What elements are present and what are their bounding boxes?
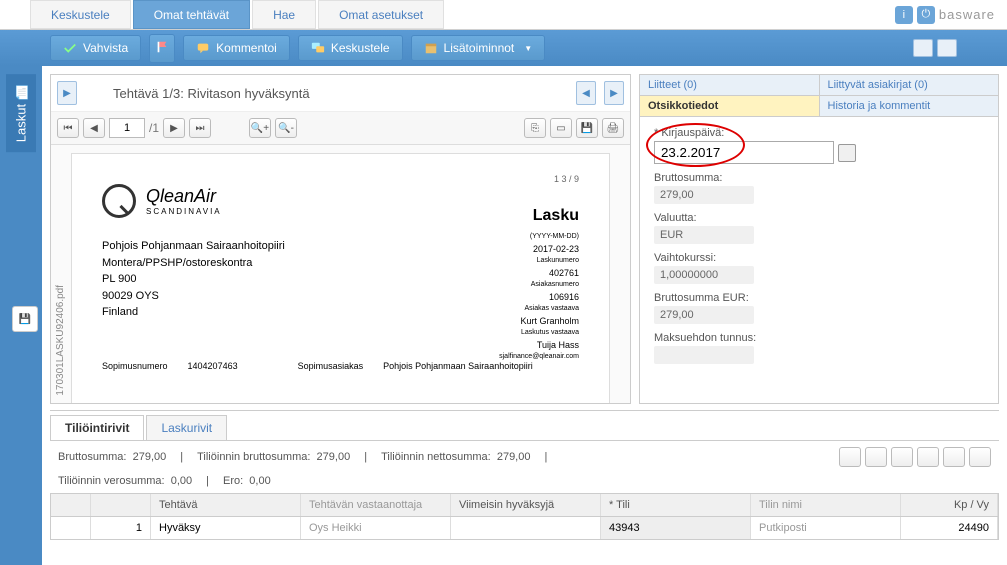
top-nav: Keskustele Omat tehtävät Hae Omat asetuk…	[0, 0, 1007, 30]
row-num: 1	[91, 517, 151, 539]
task-title: Tehtävä 1/3: Rivitason hyväksyntä	[113, 86, 310, 101]
layout-button-2[interactable]	[937, 39, 957, 57]
chevron-down-icon: ▼	[524, 44, 532, 53]
vahvista-button[interactable]: Vahvista	[50, 35, 141, 61]
tab-hae[interactable]: Hae	[252, 0, 316, 29]
save-button[interactable]: 💾	[576, 118, 598, 138]
expand-button[interactable]: ▶	[57, 81, 77, 105]
col-viimeisin[interactable]: Viimeisin hyväksyjä	[451, 494, 601, 516]
vaihtokurssi-value: 1,00000000	[654, 266, 754, 284]
copy-button[interactable]: ⎘	[524, 118, 546, 138]
pdf-pagenumber: 1 3 / 9	[102, 174, 579, 184]
q-circle-icon	[102, 184, 136, 218]
action-toolbar: Vahvista Kommentoi Keskustele Lisätoimin…	[0, 30, 1007, 66]
col-vastaanottaja[interactable]: Tehtävän vastaanottaja	[301, 494, 451, 516]
row-vastaanottaja: Oys Heikki	[301, 517, 451, 539]
check-icon	[63, 41, 77, 55]
keskustele-button[interactable]: Keskustele	[298, 35, 403, 61]
maksuehto-label: Maksuehdon tunnus:	[654, 332, 984, 344]
tab-tiliointirivit[interactable]: Tiliöintirivit	[50, 415, 144, 440]
invoice-meta: Lasku (YYYY-MM-DD) 2017-02-23 Laskunumer…	[499, 204, 579, 363]
box-icon	[424, 41, 438, 55]
doc-icon: 📄	[14, 84, 29, 100]
zoom-out-icon: 🔍-	[278, 123, 294, 134]
task-prev-button[interactable]: ◀	[576, 81, 596, 105]
kirjauspaiva-label: * Kirjauspäivä:	[654, 127, 984, 139]
bruttoeur-value: 279,00	[654, 306, 754, 324]
tab-liitteet[interactable]: Liitteet (0)	[640, 75, 820, 95]
row-tili[interactable]: 43943	[601, 517, 751, 539]
disk-icon: 💾	[19, 314, 31, 325]
col-tehtava[interactable]: Tehtävä	[151, 494, 301, 516]
logo-basware: basware	[939, 7, 995, 22]
print-button[interactable]: 🖨	[602, 118, 624, 138]
grid-action-3[interactable]	[891, 447, 913, 467]
doc-toolbar: ⏮ ◀ /1 ▶ ⏭ 🔍+ 🔍- ⎘ ▭ 💾 🖨	[51, 112, 630, 145]
vahvista-label: Vahvista	[83, 41, 128, 55]
tab-otsikkotiedot[interactable]: Otsikkotiedot	[640, 96, 820, 116]
col-tilinimi[interactable]: Tilin nimi	[751, 494, 901, 516]
flag-icon	[155, 40, 169, 57]
comment-icon	[196, 41, 210, 55]
bruttoeur-label: Bruttosumma EUR:	[654, 292, 984, 304]
fit-button[interactable]: ▭	[550, 118, 572, 138]
doc-body[interactable]: 170301LASKU92406.pdf 1 3 / 9 QleanAir SC…	[51, 145, 630, 403]
pdf-filename: 170301LASKU92406.pdf	[55, 285, 66, 396]
valuutta-value: EUR	[654, 226, 754, 244]
tab-laskurivit[interactable]: Laskurivit	[146, 415, 227, 440]
first-page-button[interactable]: ⏮	[57, 118, 79, 138]
zoom-out-button[interactable]: 🔍-	[275, 118, 297, 138]
row-tehtava: Hyväksy	[151, 517, 301, 539]
col-kpvy[interactable]: Kp / Vy	[901, 494, 998, 516]
grid-action-6[interactable]	[969, 447, 991, 467]
flag-button[interactable]	[149, 34, 175, 63]
zoom-in-button[interactable]: 🔍+	[249, 118, 271, 138]
rail-button[interactable]: 💾	[12, 306, 38, 332]
zoom-in-icon: 🔍+	[251, 123, 269, 134]
kirjauspaiva-input[interactable]	[654, 141, 834, 164]
tab-omat-tehtavat[interactable]: Omat tehtävät	[133, 0, 250, 29]
row-kpvy: 24490	[901, 517, 998, 539]
page-input[interactable]	[109, 118, 145, 138]
kommentoi-label: Kommentoi	[216, 41, 277, 55]
col-tili[interactable]: * Tili	[601, 494, 751, 516]
calendar-icon[interactable]	[838, 144, 856, 162]
table-row[interactable]: 1 Hyväksy Oys Heikki 43943 Putkiposti 24…	[51, 517, 998, 539]
tab-keskustele[interactable]: Keskustele	[30, 0, 131, 29]
task-next-button[interactable]: ▶	[604, 81, 624, 105]
grid-action-2[interactable]	[865, 447, 887, 467]
page-total: /1	[149, 121, 159, 135]
tab-omat-asetukset[interactable]: Omat asetukset	[318, 0, 444, 29]
grid-action-1[interactable]	[839, 447, 861, 467]
maksuehto-value	[654, 346, 754, 364]
keskustele-label: Keskustele	[331, 41, 390, 55]
layout-button-1[interactable]	[913, 39, 933, 57]
lisatoiminnot-button[interactable]: Lisätoiminnot ▼	[411, 35, 546, 61]
tab-historia[interactable]: Historia ja kommentit	[820, 96, 999, 116]
prev-page-button[interactable]: ◀	[83, 118, 105, 138]
last-page-button[interactable]: ⏭	[189, 118, 211, 138]
rail-laskut[interactable]: Laskut 📄	[6, 74, 36, 152]
accounting-grid: Tehtävä Tehtävän vastaanottaja Viimeisin…	[50, 493, 999, 540]
info-icon[interactable]: i	[895, 6, 913, 24]
pdf-page: 1 3 / 9 QleanAir SCANDINAVIA Pohjois Poh…	[71, 153, 610, 403]
row-tilinimi: Putkiposti	[751, 517, 901, 539]
grid-action-4[interactable]	[917, 447, 939, 467]
vaihtokurssi-label: Vaihtokurssi:	[654, 252, 984, 264]
valuutta-label: Valuutta:	[654, 212, 984, 224]
tab-liittyvat[interactable]: Liittyvät asiakirjat (0)	[820, 75, 999, 95]
side-panel: Liitteet (0) Liittyvät asiakirjat (0) Ot…	[639, 74, 999, 404]
bruttosumma-label: Bruttosumma:	[654, 172, 984, 184]
grid-action-5[interactable]	[943, 447, 965, 467]
kommentoi-button[interactable]: Kommentoi	[183, 35, 290, 61]
lisatoiminnot-label: Lisätoiminnot	[444, 41, 515, 55]
chat-icon	[311, 41, 325, 55]
row-viimeisin	[451, 517, 601, 539]
bruttosumma-value: 279,00	[654, 186, 754, 204]
power-icon[interactable]: ⏻	[917, 6, 935, 24]
next-page-button[interactable]: ▶	[163, 118, 185, 138]
